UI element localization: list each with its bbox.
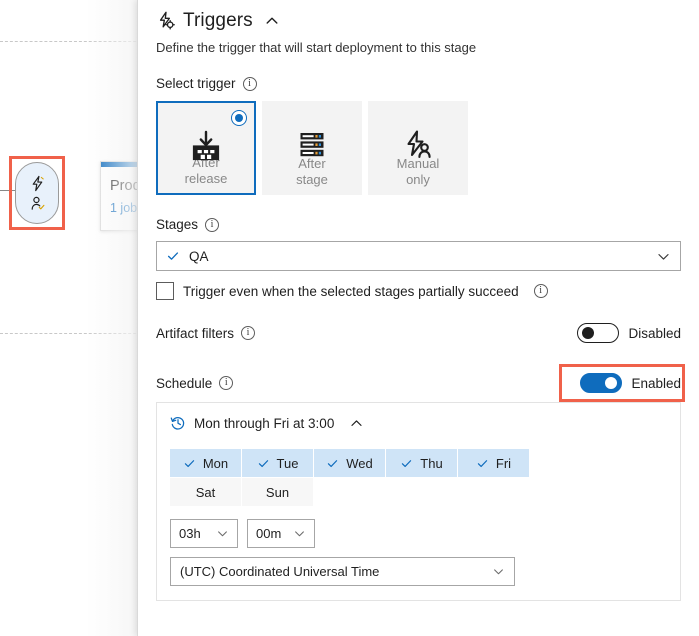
schedule-time-row: 03h 00m xyxy=(170,519,667,548)
select-trigger-label-row: Select trigger i xyxy=(156,76,681,91)
canvas-dashed-divider-bottom xyxy=(0,333,146,334)
check-icon xyxy=(476,457,489,470)
schedule-hour-value: 03h xyxy=(179,526,201,541)
trigger-option-after-stage[interactable]: After stage xyxy=(262,101,362,195)
info-icon[interactable]: i xyxy=(205,217,220,232)
stages-label: Stages xyxy=(156,217,199,232)
day-label: Fri xyxy=(495,455,512,471)
schedule-minute-select[interactable]: 00m xyxy=(247,519,315,548)
day-label: Thu xyxy=(420,455,443,471)
info-icon[interactable]: i xyxy=(533,284,548,298)
manual-only-icon xyxy=(369,128,467,162)
stages-select[interactable]: QA xyxy=(156,241,681,271)
check-icon xyxy=(166,249,180,263)
schedule-minute-value: 00m xyxy=(256,526,282,541)
page-title: Triggers xyxy=(183,10,253,31)
stages-selected-value: QA xyxy=(189,248,209,264)
schedule-label: Schedule xyxy=(156,375,213,391)
day-toggle-fri[interactable]: Fri xyxy=(458,449,529,477)
artifact-filters-label-row: Artifact filters i xyxy=(156,325,256,341)
schedule-summary-text: Mon through Fri at 3:00 xyxy=(194,415,335,431)
schedule-label-row: Schedule i xyxy=(156,375,234,391)
day-label: Wed xyxy=(346,455,373,471)
panel-header: Triggers xyxy=(156,0,681,32)
info-icon[interactable]: i xyxy=(242,76,257,91)
trigger-label-line2: release xyxy=(184,170,228,186)
trigger-option-list: After release After stage Manual only xyxy=(156,101,681,195)
schedule-toggle-row: Enabled xyxy=(580,373,681,393)
partial-succeed-checkbox[interactable] xyxy=(156,282,174,300)
check-icon xyxy=(257,457,270,470)
schedule-timezone-value: (UTC) Coordinated Universal Time xyxy=(180,564,380,579)
triggers-gear-bolt-icon xyxy=(156,11,176,31)
schedule-day-row: Mon Tue Wed Thu Fri Sat Sun xyxy=(170,449,598,506)
lightning-bolt-icon xyxy=(29,175,46,192)
day-toggle-mon[interactable]: Mon xyxy=(170,449,241,477)
trigger-option-manual-only[interactable]: Manual only xyxy=(368,101,468,195)
trigger-option-after-release[interactable]: After release xyxy=(156,101,256,195)
day-label: Tue xyxy=(276,455,299,471)
chevron-up-icon[interactable] xyxy=(264,13,280,29)
artifact-filters-label: Artifact filters xyxy=(156,325,235,341)
check-icon xyxy=(400,457,413,470)
pipeline-canvas: Production 1 job, 1 task xyxy=(0,0,220,636)
day-toggle-sun[interactable]: Sun xyxy=(242,478,313,506)
triggers-panel: Triggers Define the trigger that will st… xyxy=(137,0,699,636)
artifact-filters-toggle-row: Disabled xyxy=(577,323,681,343)
stages-label-row: Stages i xyxy=(156,217,681,232)
day-label: Sat xyxy=(195,484,216,500)
day-toggle-tue[interactable]: Tue xyxy=(242,449,313,477)
schedule-day-picker: Mon Tue Wed Thu Fri Sat Sun xyxy=(170,449,598,506)
day-toggle-thu[interactable]: Thu xyxy=(386,449,457,477)
schedule-toggle-state: Enabled xyxy=(631,375,681,391)
info-icon[interactable]: i xyxy=(219,376,234,390)
schedule-toggle[interactable] xyxy=(580,373,623,393)
pre-deployment-approval-person-icon xyxy=(29,195,46,212)
day-toggle-sat[interactable]: Sat xyxy=(170,478,241,506)
partial-succeed-label: Trigger even when the selected stages pa… xyxy=(183,283,519,299)
toggle-knob xyxy=(582,327,595,339)
stage-trigger-badge[interactable] xyxy=(15,162,59,224)
artifact-filters-toggle[interactable] xyxy=(577,323,620,343)
partial-succeed-row: Trigger even when the selected stages pa… xyxy=(156,282,681,300)
artifact-filters-toggle-state: Disabled xyxy=(628,325,681,341)
chevron-up-icon[interactable] xyxy=(349,416,364,431)
after-stage-icon xyxy=(263,128,361,162)
toggle-knob xyxy=(605,377,618,389)
trigger-label-line2: only xyxy=(406,171,430,187)
chevron-down-icon[interactable] xyxy=(216,527,229,540)
schedule-details-box: Mon through Fri at 3:00 Mon Tue Wed Thu … xyxy=(156,402,681,601)
clock-history-icon xyxy=(170,415,186,431)
check-icon xyxy=(326,457,339,470)
radio-button-selected-dot xyxy=(235,114,243,122)
day-label: Sun xyxy=(265,484,290,500)
chevron-down-icon[interactable] xyxy=(656,249,671,264)
check-icon xyxy=(183,457,196,470)
panel-description: Define the trigger that will start deplo… xyxy=(156,40,477,55)
schedule-hour-select[interactable]: 03h xyxy=(170,519,238,548)
after-release-icon xyxy=(158,129,254,163)
select-trigger-label: Select trigger xyxy=(156,76,236,91)
chevron-down-icon[interactable] xyxy=(293,527,306,540)
info-icon[interactable]: i xyxy=(241,326,256,340)
app-root: Production 1 job, 1 task xyxy=(0,0,699,636)
schedule-timezone-select[interactable]: (UTC) Coordinated Universal Time xyxy=(170,557,515,586)
canvas-dashed-divider-top xyxy=(0,41,146,42)
trigger-label-line2: stage xyxy=(296,171,328,187)
schedule-summary-row[interactable]: Mon through Fri at 3:00 xyxy=(170,415,667,431)
chevron-down-icon[interactable] xyxy=(492,565,505,578)
day-toggle-wed[interactable]: Wed xyxy=(314,449,385,477)
radio-button-after-release[interactable] xyxy=(231,110,247,126)
day-label: Mon xyxy=(202,455,229,471)
